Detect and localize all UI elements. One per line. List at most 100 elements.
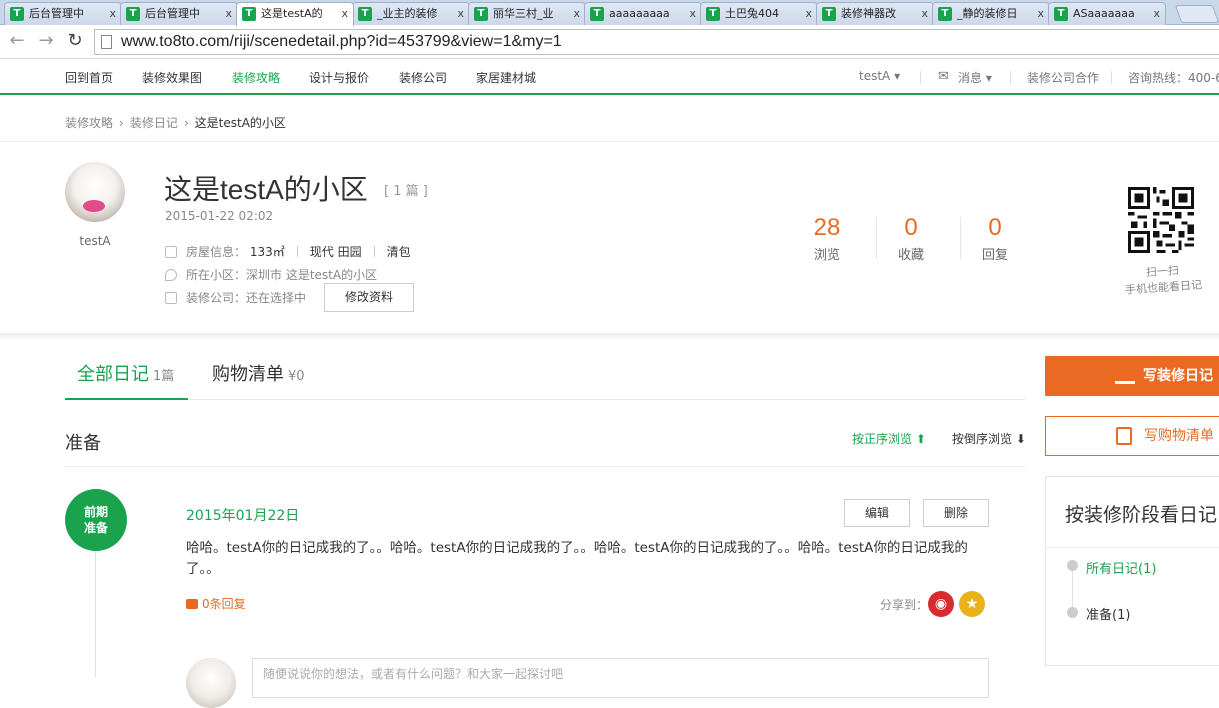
delete-entry-button[interactable]: 删除 [923,499,989,527]
edit-profile-button[interactable]: 修改资料 [324,283,414,312]
entry-date: 2015年01月22日 [186,508,300,524]
sort-ascending-link[interactable]: 按正序浏览 ⬆ [852,430,926,447]
replies-label: 回复 [981,248,1008,263]
nav-design[interactable]: 设计与报价 [309,69,369,86]
close-icon[interactable]: x [109,3,116,24]
site-favicon-icon: T [822,7,836,21]
entry-count: [ 1 篇 ] [384,184,428,199]
browser-tab[interactable]: T 装修神器改 x [816,2,934,25]
browser-tab[interactable]: T _静的装修日 x [932,2,1050,25]
stage-dot [1067,560,1078,571]
site-favicon-icon: T [590,7,604,21]
write-diary-label: 写装修日记 [1143,368,1213,384]
tab-shopping-list[interactable]: 购物清单 ¥0 [212,358,305,400]
comment-bubble-icon [186,599,198,609]
breadcrumb-current: 这是testA的小区 [194,116,286,130]
phase-badge: 前期 准备 [65,489,127,551]
nav-hotline: 咨询热线：400-6 [1128,71,1219,85]
community-value: 深圳市 这是testA的小区 [246,268,378,282]
comment-avatar [186,658,236,708]
avatar[interactable] [65,162,125,222]
tab-label: 丽华三村_业 [493,7,554,20]
browser-tab[interactable]: T _业主的装修 x [352,2,470,25]
comment-input[interactable]: 随便说说你的想法，或者有什么问题？和大家一起探讨吧 [252,658,989,698]
tab-label: ASaaaaaaa [1073,7,1135,20]
nav-materials[interactable]: 家居建材城 [476,69,536,86]
qzone-share-icon[interactable]: ★ [959,591,985,617]
nav-home[interactable]: 回到首页 [65,69,113,86]
browser-tab[interactable]: T ASaaaaaaa x [1048,2,1166,25]
url-input[interactable]: www.to8to.com/riji/scenedetail.php?id=45… [94,29,1219,55]
browser-tab-active[interactable]: T 这是testA的 x [236,2,354,26]
close-icon[interactable]: x [805,3,812,24]
browser-tab[interactable]: T 后台管理中 x [120,2,238,25]
stage-filter-line [1072,565,1073,613]
close-icon[interactable]: x [689,3,696,24]
nav-cooperate[interactable]: 装修公司合作 [1027,69,1099,86]
new-tab-button[interactable] [1174,5,1219,23]
replies-text: 0条回复 [202,597,246,611]
write-diary-button[interactable]: 写装修日记 [1045,356,1219,396]
breadcrumb: 装修攻略 › 装修日记 › 这是testA的小区 [65,114,292,131]
entry-replies-link[interactable]: 0条回复 [186,595,246,612]
forward-arrow-icon[interactable]: → [35,30,57,52]
close-icon[interactable]: x [921,3,928,24]
stat-favorites: 0 收藏 [869,214,953,263]
nav-guide[interactable]: 装修攻略 [232,69,280,86]
address-bar-row: ← → ↻ www.to8to.com/riji/scenedetail.php… [0,25,1219,59]
stat-replies: 0 回复 [953,214,1037,263]
edit-entry-button[interactable]: 编辑 [844,499,910,527]
views-label: 浏览 [813,248,840,263]
username[interactable]: testA [65,234,125,248]
browser-tab-strip: T 后台管理中 x T 后台管理中 x T 这是testA的 x T _业主的装修 x T 丽华三… [0,0,1219,26]
breadcrumb-guide[interactable]: 装修攻略 [65,116,113,130]
url-text: www.to8to.com/riji/scenedetail.php?id=45… [121,33,562,50]
tab-label: aaaaaaaaa [609,7,670,20]
breadcrumb-diary[interactable]: 装修日记 [130,116,178,130]
nav-divider [1111,71,1112,84]
chevron-right-icon: › [119,116,124,130]
close-icon[interactable]: x [1153,3,1160,24]
site-favicon-icon: T [126,7,140,21]
nav-messages[interactable]: 消息 ▾ [958,69,992,86]
tab-shop-label: 购物清单 [212,364,284,385]
nav-company[interactable]: 装修公司 [399,69,447,86]
reload-icon[interactable]: ↻ [64,30,86,52]
close-icon[interactable]: x [457,3,464,24]
stage-filter-panel: 按装修阶段看日记 所有日记(1) 准备(1) [1045,476,1219,666]
write-shopping-button[interactable]: 写购物清单 [1045,416,1219,456]
tab-all-diaries[interactable]: 全部日记 1篇 [65,358,188,400]
stage-filter-prep[interactable]: 准备(1) [1086,604,1130,623]
mail-icon: ✉ [938,69,949,84]
section-divider [0,333,1219,341]
views-count: 28 [813,214,841,241]
nav-user-menu[interactable]: testA ▾ [859,69,900,83]
stat-views: 28 浏览 [785,214,869,263]
tab-all-count: 1篇 [153,369,175,384]
browser-tab[interactable]: Taaaaaaaaa x [584,2,702,25]
community-label: 所在小区： [186,268,247,282]
site-favicon-icon: T [706,7,720,21]
shopping-list-icon [1116,427,1132,445]
browser-tab[interactable]: T 后台管理中 x [4,2,122,25]
favorites-label: 收藏 [897,248,924,263]
stage-filter-all[interactable]: 所有日记(1) [1086,558,1156,577]
house-area: 133㎡ [249,245,285,259]
house-info-label: 房屋信息： [186,245,247,259]
back-arrow-icon[interactable]: ← [6,30,28,52]
sort-descending-link[interactable]: 按倒序浏览 ⬇ [952,430,1026,447]
entry-text: 哈哈。testA你的日记成我的了。。哈哈。testA你的日记成我的了。。哈哈。t… [186,540,968,577]
browser-tab[interactable]: T 丽华三村_业 x [468,2,586,25]
site-favicon-icon: T [938,7,952,21]
site-favicon-icon: T [242,7,256,21]
close-icon[interactable]: x [341,3,348,24]
close-icon[interactable]: x [573,3,580,24]
nav-effects[interactable]: 装修效果图 [142,69,202,86]
share-label: 分享到： [880,598,929,612]
tab-shop-count: ¥0 [288,369,305,384]
close-icon[interactable]: x [1037,3,1044,24]
close-icon[interactable]: x [225,3,232,24]
location-pin-icon [165,269,177,281]
weibo-share-icon[interactable]: ◉ [928,591,954,617]
browser-tab[interactable]: T 土巴兔404 x [700,2,818,25]
